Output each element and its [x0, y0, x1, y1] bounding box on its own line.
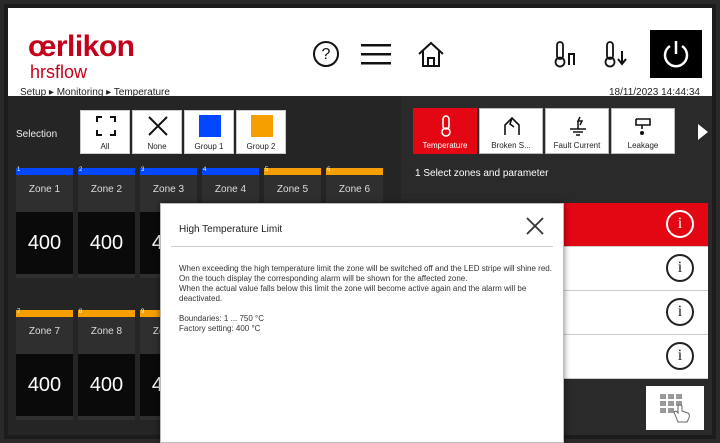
zone-name: Zone 3 — [152, 184, 185, 195]
dialog-body: When exceeding the high temperature limi… — [179, 264, 553, 334]
tab-label: Leakage — [627, 141, 659, 150]
tab-label: Temperature — [422, 141, 468, 150]
close-icon — [148, 116, 168, 136]
zone-group-bar — [264, 168, 321, 175]
zone-value: 400 — [78, 212, 135, 274]
menu-icon[interactable] — [358, 36, 394, 72]
tab-label: Broken S... — [491, 141, 531, 150]
logo: œrlikon — [28, 30, 135, 63]
tab-temperature[interactable]: Temperature — [413, 108, 477, 154]
dialog-divider — [171, 246, 553, 247]
zone-number: 8 — [79, 309, 83, 315]
dialog-paragraph: When the actual value falls below this l… — [179, 284, 527, 303]
zone-group-bar — [202, 168, 259, 175]
zone-tile[interactable]: 1 Zone 1 400 — [16, 167, 73, 278]
zone-number: 5 — [265, 167, 269, 173]
dialog-factory-setting: Factory setting: 400 °C — [179, 324, 261, 333]
tab-label: Fault Current — [553, 141, 601, 150]
select-none-label: None — [147, 142, 167, 151]
selection-label: Selection — [16, 129, 58, 140]
zone-tile[interactable]: 8 Zone 8 400 — [78, 309, 135, 420]
select-all-button[interactable]: All — [80, 110, 130, 154]
zone-group-bar — [16, 168, 73, 175]
power-button[interactable] — [650, 30, 702, 78]
zone-number: 6 — [327, 167, 331, 173]
zone-group-bar — [78, 310, 135, 317]
zone-number: 2 — [79, 167, 83, 173]
zone-tile[interactable]: 7 Zone 7 400 — [16, 309, 73, 420]
zone-name: Zone 6 — [338, 184, 371, 195]
group2-swatch — [251, 115, 273, 137]
zone-name: Zone 1 — [28, 184, 61, 195]
zone-group-bar — [326, 168, 383, 175]
dialog-paragraph: When exceeding the high temperature limi… — [179, 264, 552, 273]
help-icon[interactable]: ? — [308, 36, 344, 72]
ground-fault-icon — [570, 116, 586, 136]
dialog-title: High Temperature Limit — [179, 224, 283, 235]
close-icon[interactable] — [523, 214, 547, 238]
thermometer-bars-icon[interactable] — [548, 36, 584, 72]
home-icon[interactable] — [413, 36, 449, 72]
zone-value: 400 — [16, 354, 73, 416]
tab-fault-current[interactable]: Fault Current — [545, 108, 609, 154]
tab-leakage[interactable]: Leakage — [611, 108, 675, 154]
info-icon[interactable]: i — [666, 254, 694, 282]
section-title: 1 Select zones and parameter — [415, 168, 549, 179]
info-icon[interactable]: i — [666, 298, 694, 326]
leakage-icon — [635, 118, 651, 135]
zone-name: Zone 4 — [214, 184, 247, 195]
dialog-boundaries: Boundaries: 1 ... 750 °C — [179, 314, 265, 323]
zone-group-bar — [140, 168, 197, 175]
zone-group-bar — [16, 310, 73, 317]
zone-number: 7 — [17, 309, 21, 315]
zone-name: Zone 7 — [28, 326, 61, 337]
select-all-label: All — [100, 142, 110, 151]
info-icon[interactable]: i — [666, 210, 694, 238]
svg-text:?: ? — [322, 46, 331, 63]
group2-label: Group 2 — [246, 142, 276, 151]
dialog-paragraph: On the touch display the corresponding a… — [179, 274, 468, 283]
zone-group-bar — [78, 168, 135, 175]
group1-swatch — [199, 115, 221, 137]
group1-label: Group 1 — [194, 142, 224, 151]
zone-name: Zone 5 — [276, 184, 309, 195]
info-dialog: High Temperature Limit When exceeding th… — [160, 203, 564, 443]
select-group2-button[interactable]: Group 2 — [236, 110, 286, 154]
zone-number: 3 — [141, 167, 145, 173]
keypad-icon — [660, 394, 690, 423]
zone-value: 400 — [16, 212, 73, 274]
zone-name: Zone 2 — [90, 184, 123, 195]
tab-broken-sensor[interactable]: Broken S... — [479, 108, 543, 154]
info-icon[interactable]: i — [666, 342, 694, 370]
power-icon — [663, 41, 689, 68]
select-all-icon — [96, 116, 116, 136]
broken-sensor-icon — [504, 116, 520, 135]
select-group1-button[interactable]: Group 1 — [184, 110, 234, 154]
logo-subtitle: hrsflow — [30, 62, 88, 82]
keypad-button[interactable] — [646, 386, 704, 430]
zone-name: Zone 8 — [90, 326, 123, 337]
thermometer-down-icon[interactable] — [598, 36, 634, 72]
select-none-button[interactable]: None — [132, 110, 182, 154]
zone-number: 1 — [17, 167, 21, 173]
thermometer-icon — [441, 115, 451, 137]
zone-number: 4 — [203, 167, 207, 173]
zone-number: 9 — [141, 309, 145, 315]
tabs-scroll-right-icon[interactable] — [698, 124, 708, 140]
zone-value: 400 — [78, 354, 135, 416]
header: œrlikon hrsflow Setup ▸ Monitoring ▸ Tem… — [8, 8, 712, 98]
zone-tile[interactable]: 2 Zone 2 400 — [78, 167, 135, 278]
